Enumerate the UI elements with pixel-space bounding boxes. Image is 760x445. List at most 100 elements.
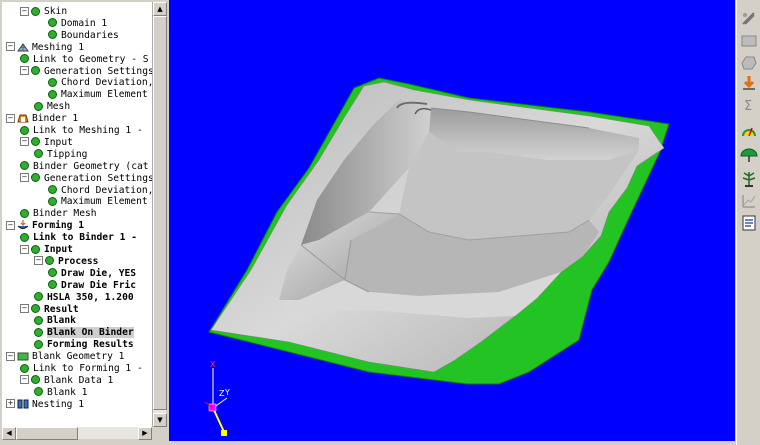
tree-item-label: Binder 1: [32, 113, 79, 125]
status-dot-icon: [48, 77, 57, 87]
tree-item-label: Chord Deviation,: [61, 184, 153, 196]
scroll-down-button[interactable]: ▼: [153, 413, 167, 427]
status-dot-icon: [45, 256, 54, 266]
collapse-toggle[interactable]: −: [6, 42, 15, 52]
collapse-toggle[interactable]: −: [34, 256, 43, 266]
blank-geometry-icon: [17, 351, 32, 362]
collapse-toggle[interactable]: −: [20, 173, 29, 183]
panel-icon[interactable]: [740, 32, 758, 50]
tree-item[interactable]: HSLA 350, 1.200: [34, 292, 134, 304]
tree-item-label: Input: [44, 244, 73, 255]
tree-item[interactable]: Tipping: [34, 149, 87, 161]
collapse-toggle[interactable]: −: [6, 113, 15, 123]
scroll-left-button[interactable]: ◀: [2, 427, 16, 440]
tree-item-label: Link to Binder 1 -: [33, 232, 137, 244]
tree-item[interactable]: Draw Die Fric: [48, 280, 136, 292]
tree-vertical-scrollbar[interactable]: ▲ ▼: [152, 2, 167, 427]
collapse-toggle[interactable]: −: [20, 6, 29, 16]
status-dot-icon: [34, 387, 43, 397]
tree-item-label: Draw Die Fric: [61, 279, 137, 291]
chart-icon[interactable]: [740, 192, 758, 210]
tree-item-label: Forming Results: [47, 339, 134, 351]
tree-item-label: Domain 1: [61, 17, 108, 29]
tree-item[interactable]: − Blank Data 1: [20, 375, 113, 387]
tree-item[interactable]: Link to Forming 1 -: [20, 363, 143, 375]
hscroll-thumb[interactable]: [16, 427, 78, 440]
ruler-icon[interactable]: [740, 10, 758, 28]
collapse-toggle[interactable]: −: [6, 351, 15, 361]
tree-item-label: Forming 1: [32, 220, 84, 232]
tree-item-label: Generation Settings: [44, 172, 153, 184]
tree-item[interactable]: − Blank Geometry 1: [6, 351, 124, 363]
tree-horizontal-scrollbar[interactable]: ◀ ▶: [2, 427, 152, 440]
svg-text:Σ: Σ: [744, 99, 752, 114]
tree-item[interactable]: − Process: [34, 256, 98, 268]
status-dot-icon: [31, 137, 40, 147]
tree-item-label: Nesting 1: [32, 398, 84, 410]
shape-icon[interactable]: [740, 54, 758, 72]
status-dot-icon: [31, 375, 40, 385]
tree-item[interactable]: Mesh: [34, 101, 70, 113]
tree-item-label: Blank: [47, 315, 76, 327]
tree-item[interactable]: Maximum Element S: [48, 196, 152, 208]
download-arrow-icon[interactable]: [740, 74, 758, 92]
tree-item[interactable]: Boundaries: [48, 30, 119, 42]
part-render: [208, 77, 670, 385]
tree-item-label: Tipping: [47, 148, 88, 160]
sigma-icon[interactable]: Σ: [740, 96, 758, 114]
report-icon[interactable]: [740, 214, 758, 232]
tree-icon[interactable]: [740, 170, 758, 188]
gauge-icon[interactable]: [740, 122, 758, 140]
tree-item[interactable]: Blank 1: [34, 387, 87, 399]
scroll-thumb[interactable]: [153, 16, 167, 410]
collapse-toggle[interactable]: −: [20, 66, 29, 75]
collapse-toggle[interactable]: −: [20, 304, 29, 313]
collapse-toggle[interactable]: −: [6, 220, 15, 230]
axis-y-label: Y: [224, 388, 230, 397]
tree-item[interactable]: Binder Mesh: [20, 208, 97, 220]
status-dot-icon: [48, 185, 57, 194]
3d-viewport[interactable]: X Z Y: [169, 0, 735, 441]
tree-item[interactable]: Chord Deviation,: [48, 77, 152, 89]
umbrella-gauge-icon[interactable]: [740, 146, 758, 164]
tree-item[interactable]: Blank: [34, 315, 76, 327]
axis-triad: X Z Y: [204, 360, 230, 436]
tree-item[interactable]: Maximum Element S: [48, 89, 152, 101]
tree-item-label: Link to Forming 1 -: [33, 363, 143, 374]
tree-item-label: HSLA 350, 1.200: [47, 291, 134, 303]
status-dot-icon: [20, 232, 29, 242]
tree-item[interactable]: − Input: [20, 244, 73, 256]
tree-item[interactable]: − Skin: [20, 6, 67, 18]
tree-item[interactable]: − Generation Settings: [20, 66, 152, 78]
status-dot-icon: [20, 54, 29, 64]
tree-item-label: Result: [44, 303, 79, 315]
tree-item[interactable]: − Forming 1: [6, 220, 84, 232]
tree-item[interactable]: Draw Die, YES: [48, 268, 136, 280]
status-dot-icon: [31, 66, 40, 75]
tree-item[interactable]: Blank On Binder: [34, 327, 134, 339]
tree-item-label: Blank 1: [47, 386, 88, 398]
scroll-up-button[interactable]: ▲: [153, 2, 167, 16]
scroll-right-button[interactable]: ▶: [138, 427, 152, 440]
tree-item[interactable]: − Meshing 1: [6, 42, 84, 54]
tree-item-label: Draw Die, YES: [61, 267, 137, 279]
expand-toggle[interactable]: +: [6, 399, 15, 409]
tree-item[interactable]: − Generation Settings: [20, 172, 153, 185]
tree-item[interactable]: − Input: [20, 137, 73, 149]
tree-item[interactable]: Domain 1: [48, 18, 107, 30]
tree-item[interactable]: Link to Binder 1 -: [20, 232, 137, 244]
tree-item[interactable]: − Binder 1: [6, 113, 78, 125]
status-dot-icon: [31, 304, 40, 313]
tree-item[interactable]: Forming Results: [34, 339, 134, 351]
status-dot-icon: [48, 89, 57, 99]
tree-item[interactable]: Link to Meshing 1 -: [20, 125, 143, 137]
tree-item[interactable]: Binder Geometry (cat: [20, 161, 149, 173]
collapse-toggle[interactable]: −: [20, 375, 29, 385]
tree-item[interactable]: Chord Deviation,: [48, 184, 153, 197]
collapse-toggle[interactable]: −: [20, 137, 29, 147]
tree-item[interactable]: Link to Geometry - S: [20, 54, 149, 66]
status-dot-icon: [31, 6, 40, 16]
collapse-toggle[interactable]: −: [20, 244, 29, 254]
tree-item[interactable]: + Nesting 1: [6, 399, 84, 411]
tree-item[interactable]: − Result: [20, 304, 79, 316]
